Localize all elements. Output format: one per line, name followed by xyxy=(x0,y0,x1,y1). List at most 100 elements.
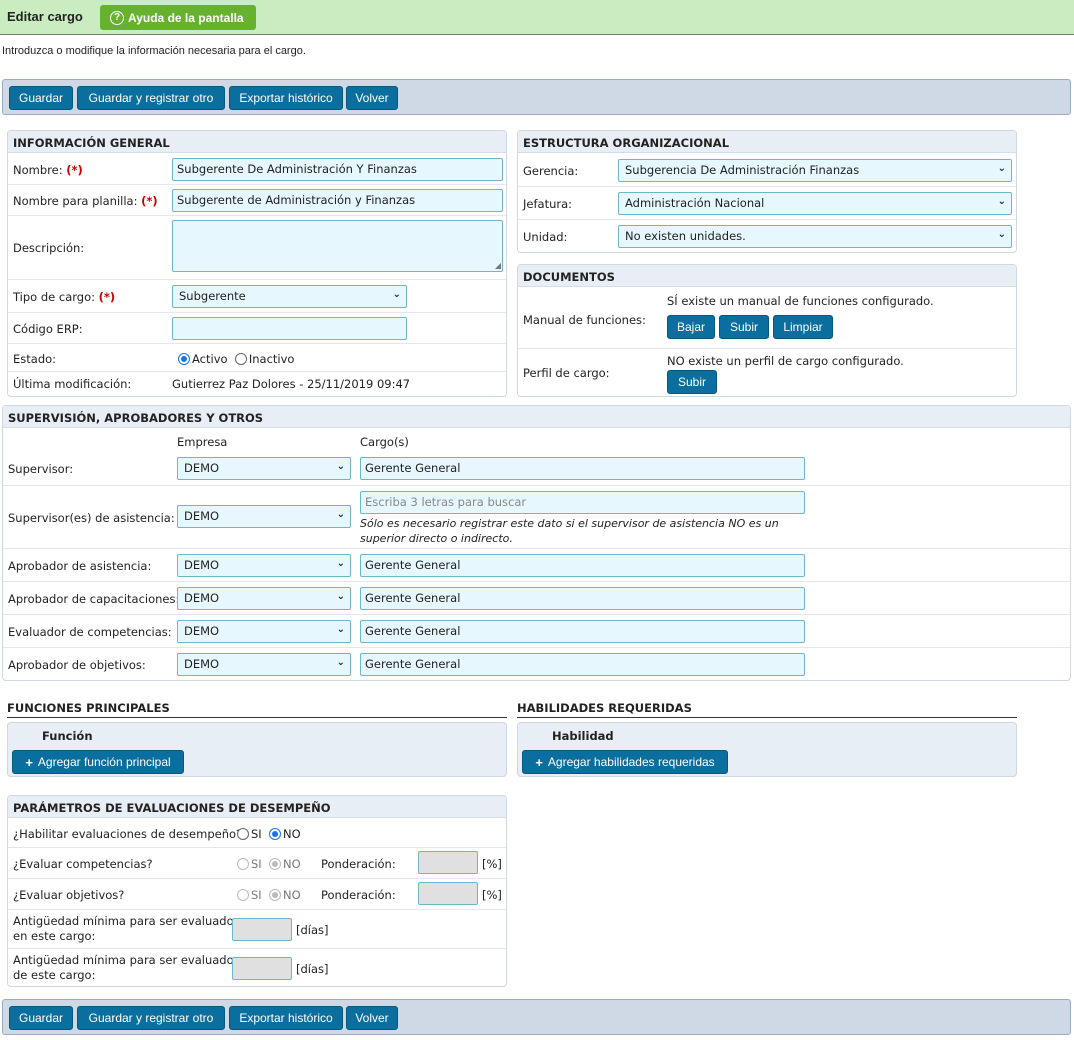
jefatura-select-value: Administración Nacional xyxy=(625,196,765,210)
habilitar-si-radio[interactable] xyxy=(237,828,249,840)
ultima-value: Gutierrez Paz Dolores - 25/11/2019 09:47 xyxy=(172,377,411,391)
activo-radio[interactable] xyxy=(178,353,190,365)
jefatura-label: Jefatura: xyxy=(523,197,573,211)
save-and-new-button[interactable]: Guardar y registrar otro xyxy=(77,1006,225,1030)
antig-evaluado-label-line2: en este cargo: xyxy=(13,929,96,943)
descripcion-textarea[interactable]: ◢ xyxy=(172,220,503,272)
inactivo-label: Inactivo xyxy=(248,352,295,366)
planilla-input[interactable]: Subgerente de Administración y Finanzas xyxy=(172,189,503,212)
save-button[interactable]: Guardar xyxy=(9,86,73,110)
supervisor-label: Supervisor: xyxy=(8,462,74,476)
download-manual-button[interactable]: Bajar xyxy=(667,315,715,339)
aprobador-objetivos-empresa-select[interactable]: DEMO ⌄ xyxy=(177,653,351,676)
habilidades-panel: Habilidad + Agregar habilidades requerid… xyxy=(517,722,1017,777)
planilla-label: Nombre para planilla: xyxy=(13,194,138,208)
unidad-label: Unidad: xyxy=(523,230,568,244)
objetivos-si-radio[interactable] xyxy=(237,889,249,901)
gerencia-select[interactable]: Subgerencia De Administración Finanzas ⌄ xyxy=(618,159,1012,182)
documents-panel: DOCUMENTOS Manual de funciones: SÍ exist… xyxy=(517,264,1017,397)
objetivos-no-radio[interactable] xyxy=(269,889,282,901)
supervisor-empresa-select[interactable]: DEMO ⌄ xyxy=(177,457,351,480)
aprobador-capacitaciones-empresa-select[interactable]: DEMO ⌄ xyxy=(177,587,351,610)
chevron-down-icon: ⌄ xyxy=(336,558,345,569)
chevron-down-icon: ⌄ xyxy=(336,509,345,520)
asistencia-supervisor-label: Supervisor(es) de asistencia: xyxy=(8,511,175,525)
supervision-title: SUPERVISIÓN, APROBADORES Y OTROS xyxy=(3,406,1070,428)
objetivos-ponderacion-label: Ponderación: xyxy=(321,888,396,902)
estado-label: Estado: xyxy=(13,352,57,366)
general-info-panel: INFORMACIÓN GENERAL Nombre: (*) Subgeren… xyxy=(7,130,507,397)
competencias-ponderacion-input[interactable] xyxy=(418,851,478,874)
aprobador-asistencia-empresa-select[interactable]: DEMO ⌄ xyxy=(177,554,351,577)
jefatura-select[interactable]: Administración Nacional ⌄ xyxy=(618,192,1012,215)
habilidades-title: HABILIDADES REQUERIDAS xyxy=(517,701,1017,718)
asistencia-supervisor-empresa-select[interactable]: DEMO ⌄ xyxy=(177,505,351,528)
aprobador-objetivos-cargo-input[interactable]: Gerente General xyxy=(360,653,805,676)
evaluador-competencias-cargo-input[interactable]: Gerente General xyxy=(360,620,805,643)
chevron-down-icon: ⌄ xyxy=(336,591,345,602)
aprobador-capacitaciones-cargo-input[interactable]: Gerente General xyxy=(360,587,805,610)
top-toolbar: Guardar Guardar y registrar otro Exporta… xyxy=(2,79,1071,115)
tipo-select[interactable]: Subgerente ⌄ xyxy=(172,285,407,308)
aprobador-asistencia-cargo-input[interactable]: Gerente General xyxy=(360,554,805,577)
aprobador-objetivos-label: Aprobador de objetivos: xyxy=(8,658,146,672)
add-funcion-button[interactable]: + Agregar función principal xyxy=(12,750,184,774)
antig-evaluado-input[interactable] xyxy=(232,918,292,941)
antig-evaluado-label-line1: Antigüedad mínima para ser evaluado xyxy=(13,914,234,928)
chevron-down-icon: ⌄ xyxy=(997,196,1006,207)
back-button[interactable]: Volver xyxy=(346,86,398,110)
chevron-down-icon: ⌄ xyxy=(336,624,345,635)
export-history-button[interactable]: Exportar histórico xyxy=(229,1006,343,1030)
asistencia-supervisor-search-input[interactable]: Escriba 3 letras para buscar xyxy=(360,491,805,514)
org-structure-panel: ESTRUCTURA ORGANIZACIONAL Gerencia: Subg… xyxy=(517,130,1017,253)
help-icon: ? xyxy=(110,10,124,25)
export-history-button[interactable]: Exportar histórico xyxy=(229,86,343,110)
evaluaciones-title: PARÁMETROS DE EVALUACIONES DE DESEMPEÑO xyxy=(8,796,506,818)
help-label: Ayuda de la pantalla xyxy=(128,10,244,25)
nombre-input[interactable]: Subgerente De Administración Y Finanzas xyxy=(172,158,503,181)
help-button[interactable]: ? Ayuda de la pantalla xyxy=(100,5,256,30)
chevron-down-icon: ⌄ xyxy=(997,163,1006,174)
antig-evaluador-label-line1: Antigüedad mínima para ser evaluador xyxy=(13,953,239,967)
competencias-no-radio[interactable] xyxy=(269,858,282,870)
resize-handle-icon[interactable]: ◢ xyxy=(495,261,501,270)
dias-label: [días] xyxy=(296,923,329,937)
funciones-panel: Función + Agregar función principal xyxy=(7,722,507,777)
chevron-down-icon: ⌄ xyxy=(997,229,1006,240)
no-label: NO xyxy=(283,857,301,871)
asistencia-supervisor-note: Sólo es necesario registrar este dato si… xyxy=(360,517,779,545)
supervisor-empresa-value: DEMO xyxy=(184,461,220,475)
unidad-select[interactable]: No existen unidades. ⌄ xyxy=(618,225,1012,248)
intro-text: Introduzca o modifique la información ne… xyxy=(2,45,306,57)
perfil-label: Perfil de cargo: xyxy=(523,366,610,380)
competencias-si-radio[interactable] xyxy=(237,858,249,870)
documents-title: DOCUMENTOS xyxy=(518,265,1016,287)
evaluador-competencias-empresa-select[interactable]: DEMO ⌄ xyxy=(177,620,351,643)
erp-label: Código ERP: xyxy=(13,322,83,336)
add-habilidad-button[interactable]: + Agregar habilidades requeridas xyxy=(522,750,728,774)
inactivo-radio[interactable] xyxy=(234,353,247,365)
aprobador-asistencia-label: Aprobador de asistencia: xyxy=(8,559,152,573)
funcion-column-header: Función xyxy=(42,729,93,743)
clear-manual-button[interactable]: Limpiar xyxy=(773,315,833,339)
evaluador-competencias-label: Evaluador de competencias: xyxy=(8,625,172,639)
cargo-column-header: Cargo(s) xyxy=(360,435,409,449)
upload-perfil-button[interactable]: Subir xyxy=(667,370,717,394)
antig-evaluador-input[interactable] xyxy=(232,957,292,980)
si-label: SI xyxy=(251,888,262,902)
erp-input[interactable] xyxy=(172,317,407,340)
unidad-select-value: No existen unidades. xyxy=(625,229,746,243)
upload-manual-button[interactable]: Subir xyxy=(719,315,769,339)
save-and-new-button[interactable]: Guardar y registrar otro xyxy=(77,86,225,110)
chevron-down-icon: ⌄ xyxy=(392,289,401,300)
save-button[interactable]: Guardar xyxy=(9,1006,73,1030)
objetivos-ponderacion-input[interactable] xyxy=(418,882,478,905)
si-label: SI xyxy=(251,857,262,871)
gerencia-select-value: Subgerencia De Administración Finanzas xyxy=(625,163,860,177)
supervisor-cargo-input[interactable]: Gerente General xyxy=(360,457,805,480)
habilitar-no-radio[interactable] xyxy=(269,828,282,840)
habilidad-column-header: Habilidad xyxy=(552,729,614,743)
no-label: NO xyxy=(283,827,301,841)
back-button[interactable]: Volver xyxy=(346,1006,398,1030)
page-header: Editar cargo ? Ayuda de la pantalla xyxy=(0,0,1074,35)
